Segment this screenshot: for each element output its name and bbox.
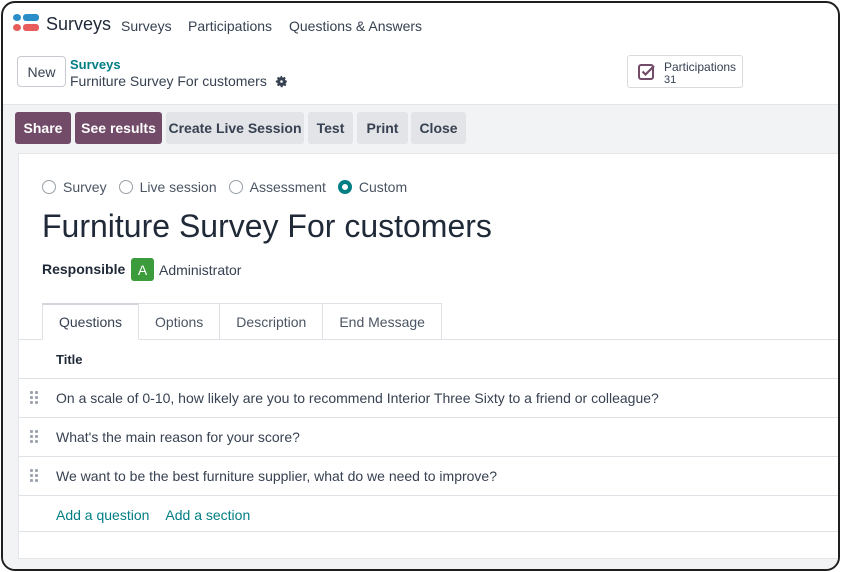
test-button[interactable]: Test <box>308 112 353 144</box>
drag-handle-icon[interactable] <box>30 391 40 405</box>
question-title: On a scale of 0-10, how likely are you t… <box>56 390 659 406</box>
radio-label: Live session <box>139 179 217 195</box>
table-row[interactable]: We want to be the best furniture supplie… <box>19 456 838 495</box>
question-title: What's the main reason for your score? <box>56 429 300 445</box>
breadcrumb-current-label: Furniture Survey For customers <box>70 73 267 89</box>
top-navbar: Surveys Surveys Participations Questions… <box>3 3 838 47</box>
drag-handle-icon[interactable] <box>30 430 40 444</box>
close-button[interactable]: Close <box>411 112 466 144</box>
participations-label: Participations <box>664 60 737 74</box>
menu-participations[interactable]: Participations <box>188 18 272 34</box>
radio-label: Custom <box>358 179 408 195</box>
radio-button[interactable] <box>228 180 243 194</box>
see-results-button[interactable]: See results <box>75 112 162 144</box>
form-sheet: Survey Live session Assessment Custom Fu… <box>18 153 838 559</box>
gear-icon[interactable] <box>275 75 288 88</box>
radio-button[interactable] <box>42 180 56 194</box>
share-button[interactable]: Share <box>15 112 71 144</box>
surveys-app-icon[interactable] <box>13 14 39 34</box>
notebook-tabs: Questions Options Description End Messag… <box>42 303 442 340</box>
add-line-links: Add a question Add a section <box>56 507 250 523</box>
survey-type-radio-group: Survey Live session Assessment Custom <box>42 179 409 195</box>
new-button[interactable]: New <box>17 56 66 87</box>
tab-questions[interactable]: Questions <box>42 303 140 340</box>
add-section-link[interactable]: Add a section <box>165 507 250 523</box>
radio-survey[interactable]: Survey <box>42 179 107 195</box>
row-divider <box>19 495 838 496</box>
drag-handle-icon[interactable] <box>30 469 40 483</box>
window-frame: Surveys Surveys Participations Questions… <box>1 1 840 571</box>
menu-surveys[interactable]: Surveys <box>121 18 172 34</box>
menu-questions-answers[interactable]: Questions & Answers <box>289 18 422 34</box>
checkbox-icon <box>638 64 655 80</box>
tab-options[interactable]: Options <box>139 303 221 340</box>
tab-end-message[interactable]: End Message <box>323 303 442 340</box>
add-question-link[interactable]: Add a question <box>56 507 149 523</box>
table-row[interactable]: On a scale of 0-10, how likely are you t… <box>19 378 838 417</box>
radio-custom[interactable]: Custom <box>337 179 408 195</box>
radio-label: Survey <box>63 179 107 195</box>
radio-label: Assessment <box>249 179 326 195</box>
create-live-session-button[interactable]: Create Live Session <box>166 112 304 144</box>
tab-description[interactable]: Description <box>220 303 324 340</box>
avatar: A <box>131 258 154 281</box>
radio-live-session[interactable]: Live session <box>118 179 217 195</box>
participations-stat-button[interactable]: Participations 31 <box>627 55 743 88</box>
radio-button[interactable] <box>118 180 133 194</box>
responsible-field[interactable]: Administrator <box>159 262 241 278</box>
question-title: We want to be the best furniture supplie… <box>56 468 497 484</box>
print-button[interactable]: Print <box>357 112 408 144</box>
column-header-title[interactable]: Title <box>56 352 83 367</box>
breadcrumb-surveys[interactable]: Surveys <box>70 57 121 72</box>
app-title[interactable]: Surveys <box>46 14 111 35</box>
radio-button-checked[interactable] <box>337 180 352 194</box>
survey-title-field[interactable]: Furniture Survey For customers <box>42 208 492 245</box>
radio-assessment[interactable]: Assessment <box>228 179 326 195</box>
list-bottom-divider <box>19 531 838 532</box>
table-row[interactable]: What's the main reason for your score? <box>19 417 838 456</box>
breadcrumb-current: Furniture Survey For customers <box>70 73 288 89</box>
responsible-label: Responsible <box>42 261 126 277</box>
participations-count: 31 <box>664 74 677 86</box>
